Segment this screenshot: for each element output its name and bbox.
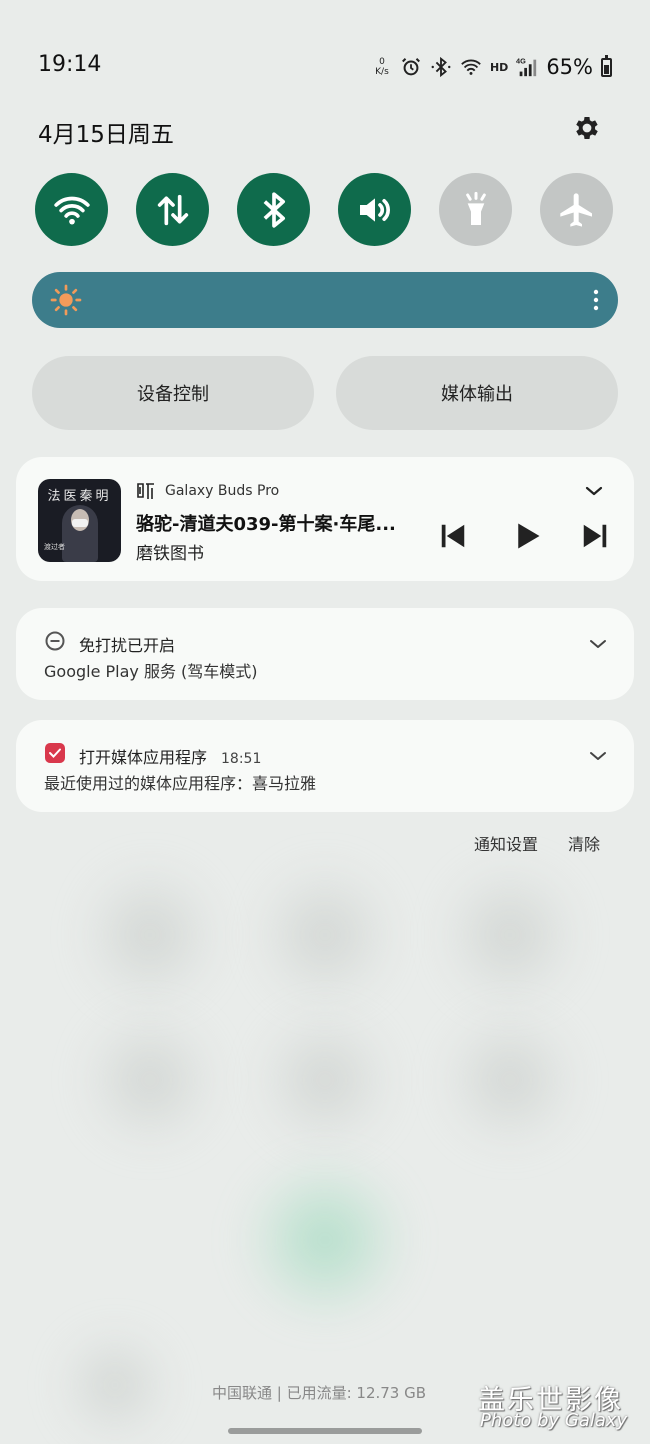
battery-percent: 65% <box>546 55 593 79</box>
status-time: 19:14 <box>38 52 102 77</box>
chevron-down-icon[interactable] <box>588 748 608 764</box>
flashlight-toggle[interactable] <box>439 173 512 246</box>
quick-toggles <box>35 173 613 246</box>
notification-time: 18:51 <box>221 751 262 767</box>
notification-body: 最近使用过的媒体应用程序：喜马拉雅 <box>44 774 317 793</box>
home-indicator[interactable] <box>228 1428 422 1434</box>
bluetooth-icon <box>431 56 451 78</box>
background-blur <box>60 1330 170 1440</box>
data-arrows-icon <box>157 194 188 225</box>
track-title: 骆驼-清道夫039-第十案·车尾... <box>136 514 396 535</box>
status-bar: 19:14 0 K/s HD 4G 65% <box>38 52 612 84</box>
output-device: Galaxy Buds Pro <box>165 483 280 499</box>
airplane-icon <box>559 192 592 227</box>
wifi-icon <box>53 196 90 224</box>
notification-dnd[interactable]: 免打扰已开启 Google Play 服务 (驾车模式) <box>16 608 634 700</box>
hd-label: HD <box>489 60 509 74</box>
brightness-slider[interactable] <box>32 272 618 328</box>
track-artist: 磨铁图书 <box>136 544 204 564</box>
airplane-mode-toggle[interactable] <box>540 173 613 246</box>
sound-toggle[interactable] <box>338 173 411 246</box>
bluetooth-toggle[interactable] <box>237 173 310 246</box>
chevron-down-icon[interactable] <box>584 483 604 499</box>
speaker-icon <box>359 197 390 222</box>
flashlight-icon <box>465 191 486 225</box>
alarm-icon <box>402 58 420 76</box>
date-label: 4月15日周五 <box>38 122 174 148</box>
listen-app-icon <box>137 483 154 499</box>
watermark-english: Photo by Galaxy <box>480 1410 628 1431</box>
sun-icon <box>50 284 82 316</box>
notification-media-app[interactable]: 打开媒体应用程序 18:51 最近使用过的媒体应用程序：喜马拉雅 <box>16 720 634 812</box>
background-blur <box>260 1010 390 1150</box>
network-speed: 0 K/s <box>375 57 389 77</box>
background-blur <box>260 860 390 1010</box>
notification-body: Google Play 服务 (驾车模式) <box>44 662 258 681</box>
wifi-icon <box>461 59 481 75</box>
background-blur <box>445 860 575 1010</box>
battery-icon <box>601 54 612 77</box>
status-icons: 0 K/s HD 4G 65% <box>372 52 612 82</box>
device-control-button[interactable]: 设备控制 <box>32 356 314 430</box>
background-blur <box>85 860 215 1010</box>
wifi-toggle[interactable] <box>35 173 108 246</box>
mobile-data-toggle[interactable] <box>136 173 209 246</box>
media-output-button[interactable]: 媒体输出 <box>336 356 618 430</box>
gear-icon[interactable] <box>572 113 602 143</box>
media-app-icon <box>45 743 65 763</box>
background-blur <box>240 1160 410 1320</box>
svg-text:4G: 4G <box>516 56 526 65</box>
clear-notifications-button[interactable]: 清除 <box>568 831 600 855</box>
media-player-card[interactable]: 法医秦明 渡过者 Galaxy Buds Pro 骆驼-清道夫039-第十案·车… <box>16 457 634 581</box>
album-art: 法医秦明 渡过者 <box>38 479 121 562</box>
bluetooth-icon <box>263 191 285 228</box>
notification-settings-button[interactable]: 通知设置 <box>474 831 538 855</box>
do-not-disturb-icon <box>45 631 65 651</box>
background-blur <box>85 1010 215 1150</box>
previous-track-icon[interactable] <box>438 521 468 551</box>
chevron-down-icon[interactable] <box>588 636 608 652</box>
more-options-icon[interactable] <box>592 288 600 312</box>
background-blur <box>445 1010 575 1150</box>
play-icon[interactable] <box>512 521 542 551</box>
carrier-usage: 中国联通 | 已用流量: 12.73 GB <box>212 1384 427 1402</box>
next-track-icon[interactable] <box>580 521 610 551</box>
notification-actions: 通知设置 清除 <box>474 831 600 855</box>
notification-title: 免打扰已开启 <box>79 636 176 655</box>
signal-icon: 4G <box>516 56 537 77</box>
notification-title: 打开媒体应用程序 18:51 <box>79 748 262 767</box>
